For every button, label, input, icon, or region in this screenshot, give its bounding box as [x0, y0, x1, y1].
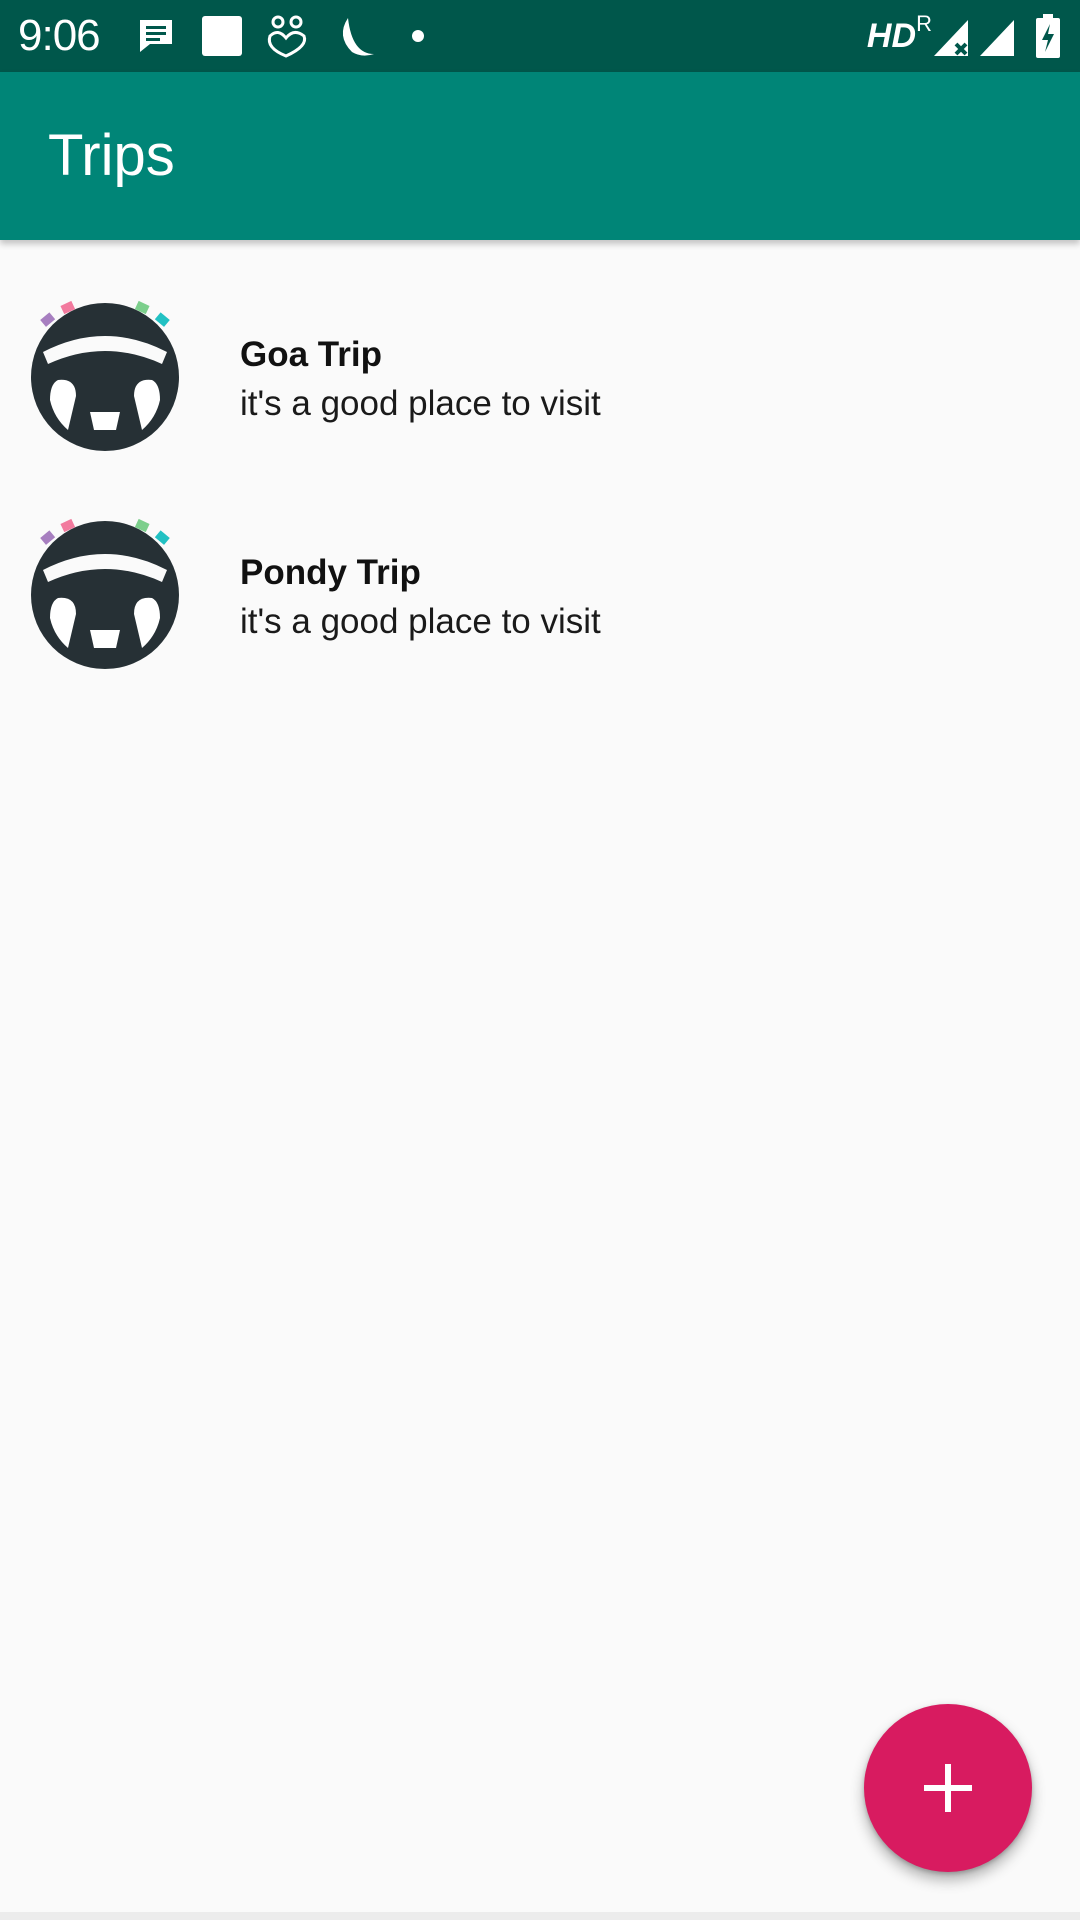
trip-list-item[interactable]: Goa Trip it's a good place to visit — [0, 300, 1080, 518]
add-trip-button[interactable] — [864, 1704, 1032, 1872]
page-title: Trips — [48, 123, 175, 188]
signal-roaming-icon — [934, 20, 968, 56]
steering-wheel-icon — [31, 300, 179, 451]
bottom-divider — [0, 1912, 1080, 1920]
trip-description: it's a good place to visit — [240, 384, 601, 423]
status-bar: 9:06 HD R — [0, 0, 1080, 72]
trip-title: Goa Trip — [240, 335, 382, 374]
trip-list: Goa Trip it's a good place to visit Pond… — [0, 240, 1080, 736]
hearts-icon — [267, 15, 307, 58]
roaming-label: R — [916, 11, 932, 36]
trip-description: it's a good place to visit — [240, 602, 601, 641]
battery-charging-icon — [1036, 14, 1060, 58]
trip-list-item[interactable]: Pondy Trip it's a good place to visit — [0, 518, 1080, 736]
app-bar: Trips — [0, 72, 1080, 240]
plus-icon — [924, 1764, 972, 1812]
message-icon — [140, 20, 172, 52]
signal-icon — [980, 20, 1014, 56]
status-time: 9:06 — [18, 11, 101, 60]
dot-icon — [412, 30, 424, 42]
trip-title: Pondy Trip — [240, 553, 421, 592]
square-notification-icon — [202, 16, 242, 56]
steering-wheel-icon — [31, 518, 179, 669]
network-type-label: HD — [866, 17, 916, 55]
moon-icon — [342, 18, 374, 56]
screen: 9:06 HD R Trips Goa Trip it's a good pla… — [0, 0, 1080, 1920]
